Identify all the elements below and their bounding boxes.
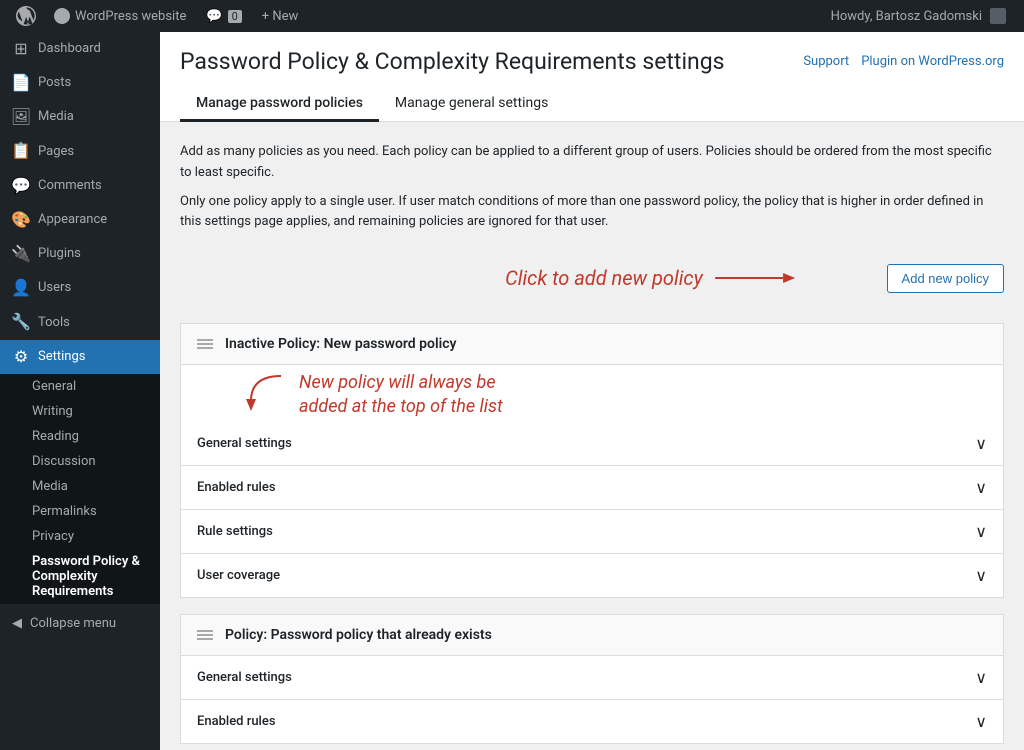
chevron-down-icon: ∨: [975, 522, 987, 541]
cta-annotation: Click to add new policy: [505, 266, 795, 290]
sidebar: ⊞ Dashboard 📄 Posts 🖼 Media 📋 Pages 💬 Co…: [0, 32, 160, 750]
dashboard-icon: ⊞: [12, 40, 30, 58]
submenu-item-discussion[interactable]: Discussion: [0, 449, 160, 474]
submenu-item-media[interactable]: Media: [0, 474, 160, 499]
posts-icon: 📄: [12, 74, 30, 92]
admin-bar: WordPress website 💬 0 + New Howdy, Barto…: [0, 0, 1024, 32]
header-links: Support Plugin on WordPress.org: [803, 54, 1004, 69]
pages-icon: 📋: [12, 143, 30, 161]
sidebar-item-tools[interactable]: 🔧 Tools: [0, 306, 160, 340]
sidebar-item-dashboard-label: Dashboard: [38, 40, 101, 58]
sidebar-item-appearance-label: Appearance: [38, 211, 107, 229]
sidebar-item-users-label: Users: [38, 279, 71, 297]
sidebar-item-plugins[interactable]: 🔌 Plugins: [0, 237, 160, 271]
tools-icon: 🔧: [12, 314, 30, 332]
site-icon: [54, 8, 70, 24]
sidebar-item-plugins-label: Plugins: [38, 245, 81, 263]
policy1-title: Inactive Policy: New password policy: [225, 336, 456, 352]
add-policy-button[interactable]: Add new policy: [887, 264, 1004, 293]
description-block: Add as many policies as you need. Each p…: [180, 142, 1004, 233]
new-policy-annotation-text: New policy will always beadded at the to…: [299, 371, 503, 418]
submenu-item-privacy[interactable]: Privacy: [0, 524, 160, 549]
cta-annotation-text: Click to add new policy: [505, 266, 703, 290]
sidebar-item-pages-label: Pages: [38, 143, 74, 161]
new-content-label: + New: [262, 9, 299, 24]
policy1-rule-settings[interactable]: Rule settings ∨: [181, 510, 1003, 554]
settings-icon: ⚙: [12, 348, 30, 366]
plugin-link[interactable]: Plugin on WordPress.org: [861, 54, 1004, 69]
policy2-title: Policy: Password policy that already exi…: [225, 627, 492, 643]
tab-manage-policies[interactable]: Manage password policies: [180, 87, 379, 122]
site-name-label: WordPress website: [75, 9, 186, 24]
description-2: Only one policy apply to a single user. …: [180, 192, 1004, 234]
site-name-item[interactable]: WordPress website: [44, 0, 196, 32]
collapse-arrow-icon: ◀: [12, 616, 22, 631]
policy1-user-coverage[interactable]: User coverage ∨: [181, 554, 1003, 597]
policy2-general-settings[interactable]: General settings ∨: [181, 656, 1003, 700]
content-area: Password Policy & Complexity Requirement…: [160, 32, 1024, 750]
howdy-text: Howdy, Bartosz Gadomski: [831, 9, 982, 24]
cta-arrow-icon: [715, 268, 795, 288]
comment-icon: 💬: [206, 9, 222, 24]
policy2-enabled-rules[interactable]: Enabled rules ∨: [181, 700, 1003, 743]
policy-card-2: Policy: Password policy that already exi…: [180, 614, 1004, 744]
chevron-down-icon: ∨: [975, 478, 987, 497]
page-header: Password Policy & Complexity Requirement…: [160, 32, 1024, 122]
chevron-down-icon: ∨: [975, 712, 987, 731]
sidebar-item-users[interactable]: 👤 Users: [0, 271, 160, 305]
description-1: Add as many policies as you need. Each p…: [180, 142, 1004, 184]
wp-logo[interactable]: [8, 0, 44, 32]
media-icon: 🖼: [12, 108, 30, 126]
sidebar-item-posts-label: Posts: [38, 74, 71, 92]
collapse-menu-label: Collapse menu: [30, 616, 116, 631]
policy2-drag-handle[interactable]: [197, 630, 213, 640]
collapse-menu-button[interactable]: ◀ Collapse menu: [0, 608, 160, 639]
submenu-item-general[interactable]: General: [0, 374, 160, 399]
policy1-drag-handle[interactable]: [197, 339, 213, 349]
sidebar-item-dashboard[interactable]: ⊞ Dashboard: [0, 32, 160, 66]
user-avatar[interactable]: [990, 8, 1006, 24]
policy1-header: Inactive Policy: New password policy: [181, 324, 1003, 365]
tab-navigation: Manage password policies Manage general …: [180, 87, 1004, 121]
adminbar-right: Howdy, Bartosz Gadomski: [831, 8, 1016, 24]
sidebar-item-posts[interactable]: 📄 Posts: [0, 66, 160, 100]
sidebar-item-media[interactable]: 🖼 Media: [0, 100, 160, 134]
sidebar-item-comments-label: Comments: [38, 177, 102, 195]
sidebar-item-media-label: Media: [38, 108, 74, 126]
chevron-down-icon: ∨: [975, 668, 987, 687]
submenu-item-password-policy[interactable]: Password Policy & Complexity Requirement…: [0, 549, 160, 604]
tab-general-settings[interactable]: Manage general settings: [379, 87, 564, 122]
comments-count: 0: [228, 10, 242, 23]
submenu-item-permalinks[interactable]: Permalinks: [0, 499, 160, 524]
submenu-item-writing[interactable]: Writing: [0, 399, 160, 424]
support-link[interactable]: Support: [803, 54, 849, 69]
users-icon: 👤: [12, 279, 30, 297]
sidebar-item-settings[interactable]: ⚙ Settings: [0, 340, 160, 374]
content-body: Add as many policies as you need. Each p…: [160, 122, 1024, 750]
sidebar-item-appearance[interactable]: 🎨 Appearance: [0, 203, 160, 237]
policy2-header: Policy: Password policy that already exi…: [181, 615, 1003, 656]
page-title: Password Policy & Complexity Requirement…: [180, 48, 725, 75]
policy-card-1: Inactive Policy: New password policy New…: [180, 323, 1004, 598]
sidebar-item-settings-label: Settings: [38, 348, 85, 366]
appearance-icon: 🎨: [12, 211, 30, 229]
new-policy-arrow-icon: [241, 371, 291, 411]
chevron-down-icon: ∨: [975, 434, 987, 453]
submenu-item-reading[interactable]: Reading: [0, 424, 160, 449]
chevron-down-icon: ∨: [975, 566, 987, 585]
new-policy-annotation: New policy will always beadded at the to…: [181, 365, 1003, 422]
new-content-item[interactable]: + New: [252, 0, 309, 32]
sidebar-item-tools-label: Tools: [38, 314, 70, 332]
comments-icon: 💬: [12, 177, 30, 195]
policy1-general-settings[interactable]: General settings ∨: [181, 422, 1003, 466]
settings-submenu: General Writing Reading Discussion Media…: [0, 374, 160, 604]
sidebar-item-comments[interactable]: 💬 Comments: [0, 169, 160, 203]
plugins-icon: 🔌: [12, 245, 30, 263]
policy1-enabled-rules[interactable]: Enabled rules ∨: [181, 466, 1003, 510]
cta-row: Click to add new policy Add new policy: [180, 253, 1004, 303]
comments-item[interactable]: 💬 0: [196, 0, 251, 32]
sidebar-item-pages[interactable]: 📋 Pages: [0, 135, 160, 169]
